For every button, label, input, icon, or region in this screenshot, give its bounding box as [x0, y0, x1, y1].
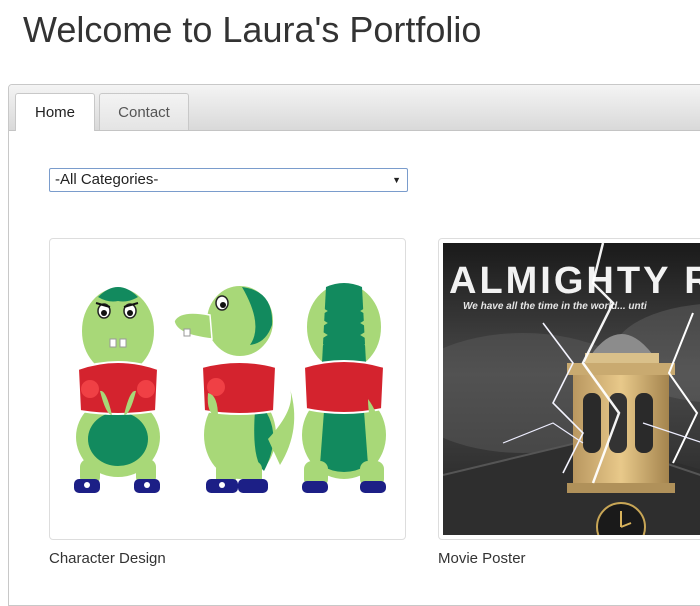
- caption-character-design[interactable]: Character Design: [49, 550, 166, 568]
- dropdown-arrow-icon: ▼: [392, 175, 401, 185]
- caption-movie-poster[interactable]: Movie Poster: [438, 550, 526, 568]
- portfolio-item-movie-poster[interactable]: ALMIGHTY RAP We have all the time in the…: [438, 238, 700, 540]
- category-select-value: -All Categories-: [55, 171, 159, 188]
- movie-poster-image: ALMIGHTY RAP We have all the time in the…: [439, 242, 700, 539]
- character-design-image: [74, 282, 386, 493]
- category-select[interactable]: -All Categories- ▼: [49, 168, 408, 192]
- tab-home[interactable]: Home: [15, 93, 95, 131]
- page-title: Welcome to Laura's Portfolio: [23, 9, 482, 50]
- dinosaur-front-view: [74, 286, 160, 493]
- tab-bar: Home Contact: [9, 85, 700, 131]
- portfolio-item-character-design[interactable]: [49, 238, 406, 540]
- poster-title: ALMIGHTY RAP: [449, 260, 700, 302]
- dinosaur-back-view: [302, 282, 386, 493]
- tab-contact[interactable]: Contact: [99, 93, 189, 130]
- dinosaur-side-view: [173, 284, 295, 493]
- tab-panel: Home Contact -All Categories- ▼ ALMIGHTY…: [8, 84, 700, 606]
- poster-tagline: We have all the time in the world... unt…: [463, 301, 647, 312]
